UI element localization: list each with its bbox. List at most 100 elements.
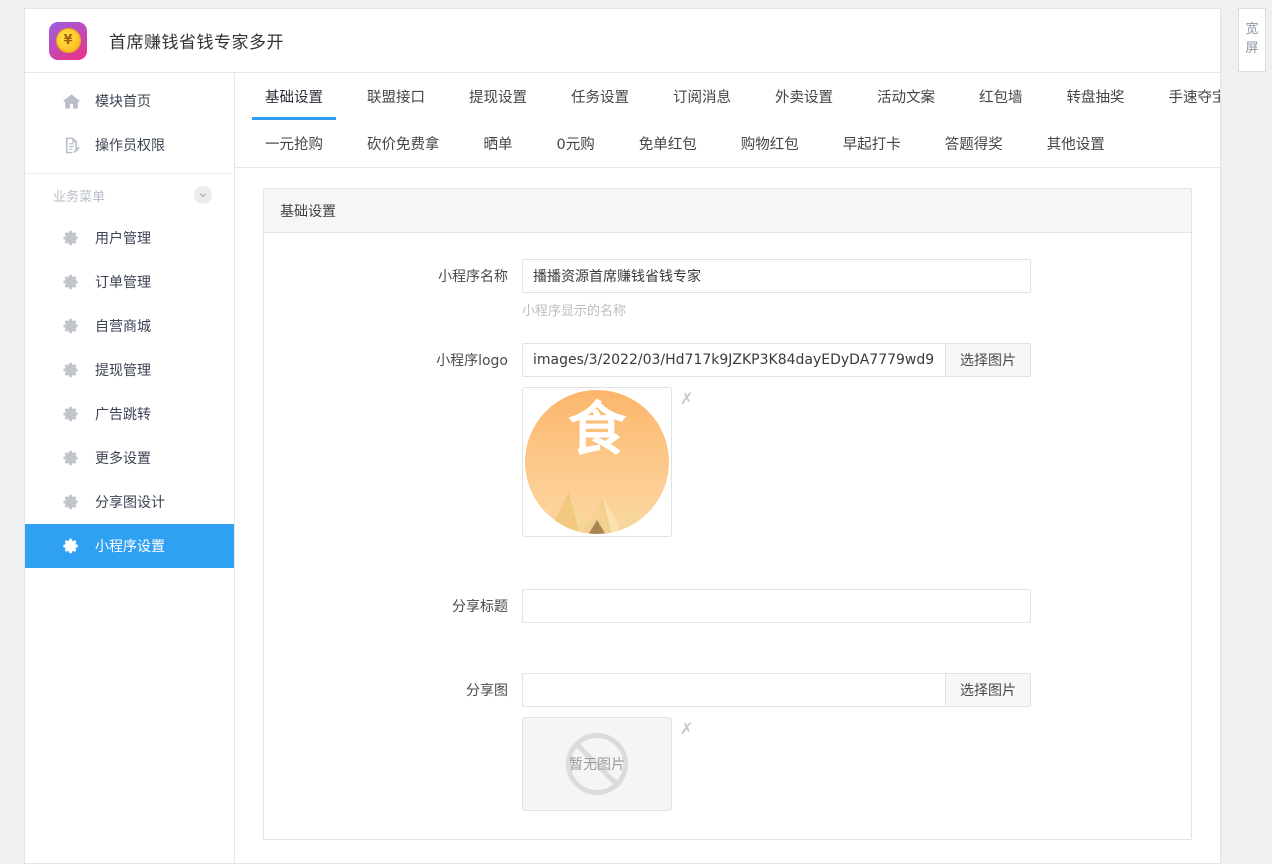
document-edit-icon [61, 135, 81, 155]
sidebar-item-5[interactable]: 广告跳转 [25, 392, 234, 436]
logo-preview-wrap: 食 ✗ [522, 387, 1031, 537]
sidebar-item-label: 更多设置 [95, 451, 151, 467]
sidebar-group-header[interactable]: 业务菜单 [25, 174, 234, 216]
gear-icon [61, 536, 81, 556]
gear-icon [61, 360, 81, 380]
tab-row-secondary: 一元抢购 砍价免费拿 晒单 0元购 免单红包 购物红包 早起打卡 答题得奖 其他设置 [243, 120, 1212, 167]
sidebar-item-operator-permission[interactable]: 操作员权限 [25, 123, 234, 167]
tab-row1-7[interactable]: 活动文案 [855, 73, 957, 120]
remove-logo-icon[interactable]: ✗ [680, 391, 693, 407]
gear-icon [61, 404, 81, 424]
tab-row1-4[interactable]: 任务设置 [549, 73, 651, 120]
share-image-input-group: 选择图片 [522, 673, 1031, 707]
sidebar-item-label: 模块首页 [95, 94, 151, 110]
choose-logo-image-button[interactable]: 选择图片 [945, 343, 1031, 377]
field-label: 小程序名称 [438, 269, 508, 285]
sidebar-item-label: 自营商城 [95, 319, 151, 335]
field-control [522, 589, 1191, 623]
tab-bar: 基础设置 联盟接口 提现设置 任务设置 订阅消息 外卖设置 活动文案 红包墙 转盘抽奖 手速夺宝 … [235, 73, 1220, 168]
tab-row2-9[interactable]: 其他设置 [1025, 120, 1127, 167]
logo-input-group: 选择图片 [522, 343, 1031, 377]
tab-row2-1[interactable]: 一元抢购 [243, 120, 345, 167]
page-title: 首席赚钱省钱专家多开 [109, 33, 284, 53]
sidebar-item-1[interactable]: 用户管理 [25, 216, 234, 260]
widescreen-toggle-button[interactable]: 宽 屏 [1238, 8, 1266, 72]
widescreen-label-line2: 屏 [1245, 40, 1259, 56]
content-area: 基础设置 小程序名称 小程序显示的名称 小程序logo [235, 168, 1220, 863]
tab-row1-10[interactable]: 手速夺宝 [1147, 73, 1221, 120]
remove-share-image-icon[interactable]: ✗ [680, 721, 693, 737]
sidebar-item-7[interactable]: 分享图设计 [25, 480, 234, 524]
tab-row2-3[interactable]: 晒单 [462, 120, 535, 167]
gear-icon [61, 448, 81, 468]
sidebar-item-label: 提现管理 [95, 363, 151, 379]
field-control: 选择图片 食 [522, 343, 1191, 537]
sidebar-item-label: 操作员权限 [95, 138, 165, 154]
logo-glyph: 食 [567, 395, 626, 463]
tab-row2-6[interactable]: 购物红包 [719, 120, 821, 167]
field-share-image: 分享图 选择图片 暂无图片 ✗ [264, 673, 1191, 811]
body-split: 模块首页 操作员权限 业务菜单 用户管理 订单管理 自营商城 提现管理 广告跳转… [25, 73, 1220, 863]
widescreen-label-line1: 宽 [1245, 22, 1259, 37]
main-area: 基础设置 联盟接口 提现设置 任务设置 订阅消息 外卖设置 活动文案 红包墙 转盘抽奖 手速夺宝 … [235, 73, 1220, 863]
choose-share-image-button[interactable]: 选择图片 [945, 673, 1031, 707]
tab-row1-1-active[interactable]: 基础设置 [243, 73, 345, 120]
sidebar-item-label: 小程序设置 [95, 539, 165, 555]
tab-row-primary: 基础设置 联盟接口 提现设置 任务设置 订阅消息 外卖设置 活动文案 红包墙 转盘抽奖 手速夺宝 [243, 73, 1220, 120]
field-control: 小程序显示的名称 [522, 259, 1191, 319]
sidebar-item-label: 分享图设计 [95, 495, 165, 511]
tab-row1-9[interactable]: 转盘抽奖 [1045, 73, 1147, 120]
tab-row2-8[interactable]: 答题得奖 [923, 120, 1025, 167]
sidebar-item-8-active[interactable]: 小程序设置 [25, 524, 234, 568]
sidebar-item-home[interactable]: 模块首页 [25, 79, 234, 123]
panel-title: 基础设置 [264, 189, 1191, 233]
tab-row2-7[interactable]: 早起打卡 [821, 120, 923, 167]
settings-panel: 基础设置 小程序名称 小程序显示的名称 小程序logo [263, 188, 1192, 840]
food-illustration-icon [548, 492, 650, 534]
sidebar-item-6[interactable]: 更多设置 [25, 436, 234, 480]
app-window: ¥ 首席赚钱省钱专家多开 模块首页 操作员权限 业务菜单 用户管理 订单管理 自… [24, 8, 1221, 864]
share-image-preview-wrap: 暂无图片 ✗ [522, 717, 1031, 811]
yen-coin-icon: ¥ [55, 28, 81, 53]
tab-row1-3[interactable]: 提现设置 [447, 73, 549, 120]
sidebar-top-group: 模块首页 操作员权限 [25, 73, 234, 174]
gear-icon [61, 492, 81, 512]
gear-icon [61, 316, 81, 336]
app-logo-icon: ¥ [49, 21, 87, 60]
settings-form: 小程序名称 小程序显示的名称 小程序logo [264, 233, 1191, 839]
tab-row2-5[interactable]: 免单红包 [617, 120, 719, 167]
no-image-label: 暂无图片 [569, 757, 625, 773]
share-image-thumbnail[interactable]: 暂无图片 [522, 717, 672, 811]
field-app-logo: 小程序logo 选择图片 食 [264, 343, 1191, 537]
field-label: 分享图 [466, 683, 508, 699]
tab-row1-5[interactable]: 订阅消息 [651, 73, 753, 120]
gear-icon [61, 228, 81, 248]
field-hint: 小程序显示的名称 [522, 304, 627, 319]
title-bar: ¥ 首席赚钱省钱专家多开 [25, 9, 1220, 73]
field-app-name: 小程序名称 小程序显示的名称 [264, 259, 1191, 319]
chevron-down-icon[interactable] [194, 186, 212, 204]
app-logo-path-input[interactable] [522, 343, 945, 377]
tab-row1-2[interactable]: 联盟接口 [345, 73, 447, 120]
share-image-path-input[interactable] [522, 673, 945, 707]
app-name-input[interactable] [522, 259, 1031, 293]
sidebar-item-label: 用户管理 [95, 231, 151, 247]
field-label: 小程序logo [436, 353, 508, 369]
tab-row2-2[interactable]: 砍价免费拿 [345, 120, 462, 167]
logo-thumbnail[interactable]: 食 [522, 387, 672, 537]
sidebar-item-label: 订单管理 [95, 275, 151, 291]
sidebar-item-4[interactable]: 提现管理 [25, 348, 234, 392]
sidebar-item-label: 广告跳转 [95, 407, 151, 423]
sidebar-item-3[interactable]: 自营商城 [25, 304, 234, 348]
share-title-input[interactable] [522, 589, 1031, 623]
home-icon [61, 91, 81, 111]
field-label: 分享标题 [452, 599, 508, 615]
tab-row2-4[interactable]: 0元购 [535, 120, 617, 167]
sidebar-menu-list: 用户管理订单管理自营商城提现管理广告跳转更多设置分享图设计小程序设置 [25, 216, 234, 568]
tab-row1-6[interactable]: 外卖设置 [753, 73, 855, 120]
gear-icon [61, 272, 81, 292]
sidebar-item-2[interactable]: 订单管理 [25, 260, 234, 304]
field-share-title: 分享标题 [264, 589, 1191, 623]
sidebar: 模块首页 操作员权限 业务菜单 用户管理 订单管理 自营商城 提现管理 广告跳转… [25, 73, 235, 863]
tab-row1-8[interactable]: 红包墙 [957, 73, 1045, 120]
